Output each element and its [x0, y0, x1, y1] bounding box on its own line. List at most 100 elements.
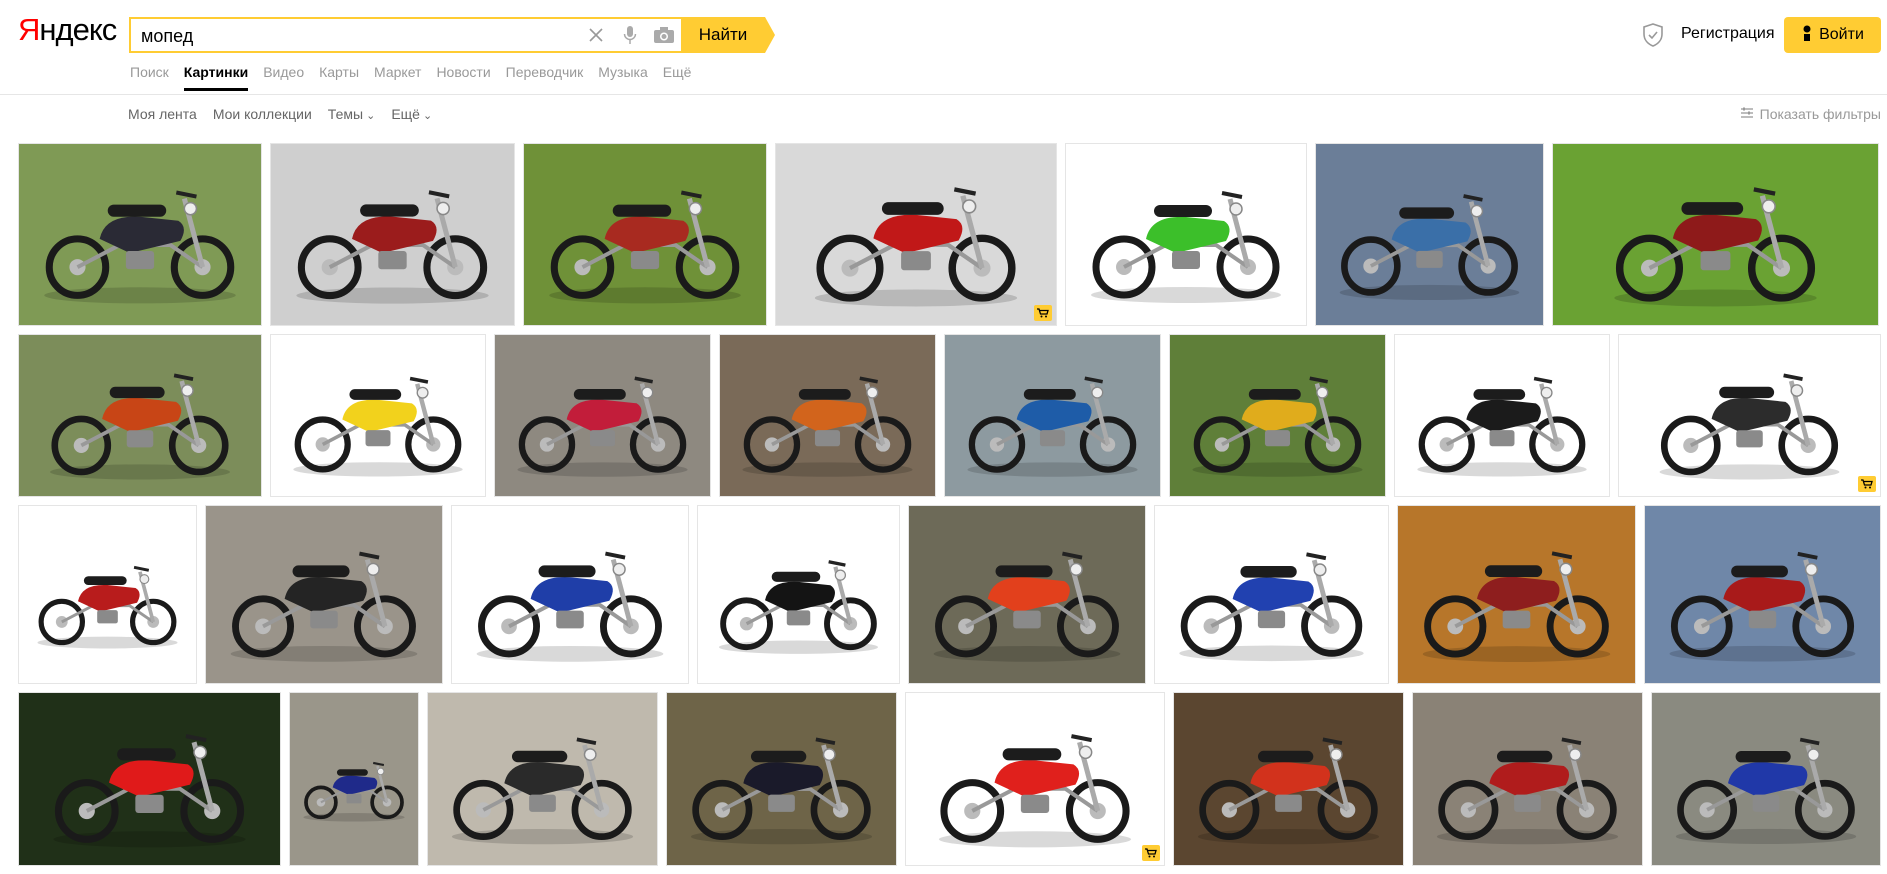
camera-icon[interactable] — [653, 24, 675, 46]
image-result[interactable] — [1065, 143, 1307, 326]
moped-image — [1675, 737, 1857, 845]
logo-first-letter: Я — [18, 12, 40, 47]
tab-more[interactable]: Ещё — [663, 64, 692, 90]
yandex-logo[interactable]: Яндекс — [18, 12, 117, 48]
tab-translator[interactable]: Переводчик — [506, 64, 584, 90]
moped-image — [53, 734, 246, 848]
images-subnav: Моя лента Мои коллекции Темы Ещё — [128, 106, 432, 122]
moped-image — [44, 190, 236, 304]
user-icon — [1801, 25, 1813, 46]
image-result[interactable] — [1154, 505, 1389, 684]
clear-icon[interactable] — [585, 24, 607, 46]
moped-image — [37, 565, 178, 649]
my-feed-link[interactable]: Моя лента — [128, 106, 197, 122]
my-collections-link[interactable]: Мои коллекции — [213, 106, 312, 122]
image-result[interactable] — [18, 692, 281, 866]
shopping-cart-icon[interactable] — [1034, 305, 1052, 321]
image-row — [18, 143, 1881, 326]
search-icons — [585, 24, 675, 46]
tab-images[interactable]: Картинки — [183, 64, 249, 91]
image-result[interactable] — [908, 505, 1146, 684]
moped-image — [967, 376, 1138, 477]
image-result[interactable] — [1394, 334, 1610, 497]
find-button-label: Найти — [698, 25, 748, 44]
image-result[interactable] — [905, 692, 1165, 866]
search-input[interactable] — [141, 24, 581, 48]
image-result[interactable] — [1651, 692, 1881, 866]
image-result[interactable] — [270, 143, 515, 326]
moped-image — [1091, 191, 1281, 303]
shopping-cart-icon[interactable] — [1858, 476, 1876, 492]
image-results-grid — [18, 143, 1881, 874]
image-result[interactable] — [1169, 334, 1386, 497]
moped-image — [933, 551, 1121, 662]
show-filters-button[interactable]: Показать фильтры — [1740, 106, 1881, 122]
image-result[interactable] — [1618, 334, 1881, 497]
moped-image — [1179, 552, 1364, 662]
tab-maps[interactable]: Карты — [319, 64, 359, 90]
moped-image — [50, 373, 230, 480]
image-result[interactable] — [1397, 505, 1636, 684]
image-result[interactable] — [270, 334, 486, 497]
image-row — [18, 334, 1881, 497]
moped-image — [1197, 737, 1380, 845]
image-result[interactable] — [666, 692, 897, 866]
service-tabs: Поиск Картинки Видео Карты Маркет Новост… — [130, 64, 692, 91]
tab-video[interactable]: Видео — [263, 64, 304, 90]
tab-news[interactable]: Новости — [436, 64, 490, 90]
image-result[interactable] — [205, 505, 443, 684]
moped-image — [1422, 551, 1611, 662]
moped-image — [1669, 551, 1856, 662]
image-result[interactable] — [1412, 692, 1643, 866]
themes-dropdown[interactable]: Темы — [328, 106, 376, 122]
shopping-cart-icon[interactable] — [1142, 845, 1160, 861]
image-result[interactable] — [1552, 143, 1879, 326]
microphone-icon[interactable] — [619, 24, 641, 46]
logo-rest: ндекс — [39, 12, 117, 47]
tab-music[interactable]: Музыка — [598, 64, 648, 90]
moped-image — [1339, 194, 1520, 301]
moped-image — [1192, 376, 1363, 477]
moped-image — [718, 560, 879, 654]
image-result[interactable] — [719, 334, 936, 497]
image-result[interactable] — [523, 143, 767, 326]
image-result[interactable] — [944, 334, 1161, 497]
moped-image — [296, 190, 489, 304]
image-result[interactable] — [18, 334, 262, 497]
moped-image — [1614, 187, 1817, 307]
image-result[interactable] — [1644, 505, 1881, 684]
image-result[interactable] — [697, 505, 900, 684]
moped-image — [451, 737, 634, 845]
register-link[interactable]: Регистрация — [1681, 25, 1775, 43]
login-button[interactable]: Войти — [1784, 17, 1881, 53]
moped-image — [690, 737, 873, 845]
moped-image — [303, 761, 405, 822]
shield-icon[interactable] — [1642, 23, 1664, 52]
moped-image — [1659, 373, 1840, 480]
image-result[interactable] — [1315, 143, 1544, 326]
moped-image — [517, 376, 688, 477]
moped-image — [476, 551, 664, 662]
tab-market[interactable]: Маркет — [374, 64, 421, 90]
image-result[interactable] — [427, 692, 658, 866]
search-box — [129, 17, 681, 53]
moped-image — [293, 376, 463, 477]
show-filters-label: Показать фильтры — [1759, 106, 1881, 122]
tab-search[interactable]: Поиск — [130, 64, 169, 90]
moped-image — [814, 187, 1018, 307]
image-result[interactable] — [18, 505, 197, 684]
image-result[interactable] — [451, 505, 689, 684]
moped-image — [1436, 737, 1619, 845]
image-result[interactable] — [494, 334, 711, 497]
image-result[interactable] — [18, 143, 262, 326]
image-result[interactable] — [775, 143, 1057, 326]
image-result[interactable] — [289, 692, 419, 866]
moped-image — [1417, 376, 1587, 477]
image-result[interactable] — [1173, 692, 1404, 866]
login-button-label: Войти — [1819, 26, 1864, 43]
moped-image — [230, 551, 418, 662]
moped-image — [938, 734, 1132, 848]
more-dropdown[interactable]: Ещё — [391, 106, 432, 122]
image-row — [18, 692, 1881, 866]
find-button[interactable]: Найти — [681, 17, 775, 53]
